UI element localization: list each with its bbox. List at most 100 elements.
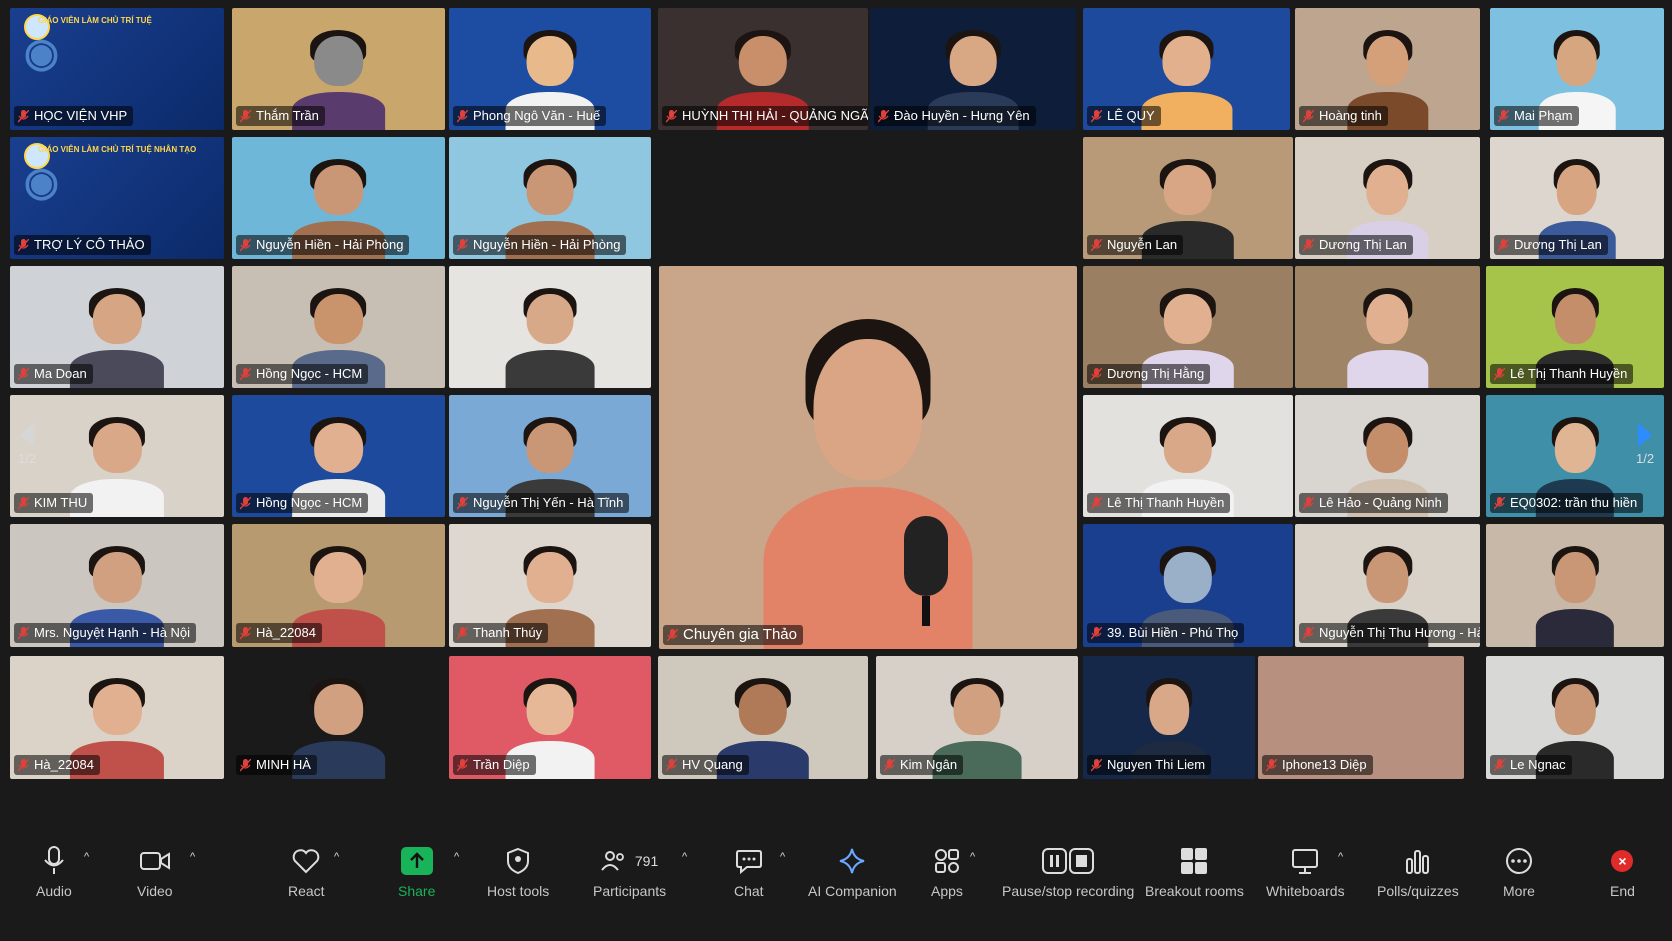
mic-muted-icon [240,238,251,251]
participant-tile[interactable]: Phong Ngô Văn - Huế [449,8,651,130]
camera-icon [139,843,170,879]
participant-tile[interactable]: Le Ngnac [1486,656,1664,779]
participant-name-tag: HUỲNH THỊ HẢI - QUẢNG NGÃI [662,106,868,126]
video-options-caret[interactable]: ^ [190,851,195,863]
participant-tile[interactable]: MINH HÀ [232,656,445,779]
participant-tile[interactable]: Lê Thị Thanh Huyền [1486,266,1664,388]
heart-icon [292,843,320,879]
participant-tile[interactable]: Dương Thị Lan [1490,137,1664,259]
participant-tile[interactable]: Thanh Thúy [449,524,651,647]
polls-button[interactable]: Polls/quizzes [1377,843,1459,899]
whiteboard-icon [1291,843,1319,879]
whiteboards-options-caret[interactable]: ^ [1338,851,1343,863]
participant-tile[interactable]: Trần Diệp [449,656,651,779]
participant-tile[interactable]: Nguyễn Hiền - Hải Phòng [232,137,445,259]
participant-video [1346,287,1429,388]
participant-tile[interactable]: HUỲNH THỊ HẢI - QUẢNG NGÃI [658,8,868,130]
participant-tile[interactable] [1295,266,1480,388]
participant-name-tag: Hoàng tinh [1299,106,1388,126]
banner-text: GIÁO VIÊN LÀM CHỦ TRÍ TUỆ [38,16,152,25]
participant-tile[interactable]: 39. Bùi Hiền - Phú Thọ [1083,524,1293,647]
chat-options-caret[interactable]: ^ [780,851,785,863]
mic-muted-icon [1498,109,1509,122]
participant-tile[interactable]: Kim Ngân [876,656,1078,779]
participant-name: Lê Hảo - Quảng Ninh [1319,495,1442,510]
audio-options-caret[interactable]: ^ [84,851,89,863]
mic-muted-icon [1091,367,1102,380]
participant-tile[interactable]: Nguyen Thi Liem [1083,656,1255,779]
participant-tile[interactable] [449,266,651,388]
participant-tile[interactable]: Đào Huyền - Hưng Yên [870,8,1076,130]
participant-face [314,552,363,603]
more-button[interactable]: More [1503,843,1535,899]
featured-speaker-tile[interactable]: Chuyên gia Thảo [659,266,1077,649]
chat-button[interactable]: Chat [734,843,764,899]
participant-tile[interactable]: Ma Doan [10,266,224,388]
mic-muted-icon [18,758,29,771]
participant-name-tag: Hà_22084 [236,623,322,643]
participant-tile[interactable]: HV Quang [658,656,868,779]
participant-tile[interactable]: Hồng Ngọc - HCM [232,395,445,517]
participant-tile[interactable]: Iphone13 Diệp [1258,656,1464,779]
apps-options-caret[interactable]: ^ [970,851,975,863]
participants-options-caret[interactable]: ^ [682,851,687,863]
participant-tile[interactable]: Dương Thị Hằng [1083,266,1293,388]
share-button[interactable]: Share [398,843,435,899]
end-meeting-button[interactable]: × End [1610,843,1635,899]
participant-name: Le Ngnac [1510,757,1566,772]
participant-tile[interactable]: Nguyễn Thị Thu Hương - Hà Nam [1295,524,1480,647]
participant-tile[interactable]: KIM THU [10,395,224,517]
mic-muted-icon [18,496,29,509]
recording-button[interactable]: Pause/stop recording [1002,843,1134,899]
participant-face [949,35,997,86]
participant-name-tag: 39. Bùi Hiền - Phú Thọ [1087,623,1245,643]
participant-tile[interactable]: Mrs. Nguyệt Hạnh - Hà Nội [10,524,224,647]
participant-name-tag: EQ0302: trần thu hiền [1490,493,1644,513]
host-tools-button[interactable]: Host tools [487,843,549,899]
participant-tile[interactable]: ◉ GIÁO VIÊN LÀM CHỦ TRÍ TUỆ NHÂN TẠO TRỢ L… [10,137,224,259]
next-page-button[interactable]: 1/2 [1636,423,1654,466]
mic-muted-icon [240,626,251,639]
participant-face [314,684,363,735]
prev-page-button[interactable]: 1/2 [18,423,36,466]
participant-tile[interactable]: Lê Thị Thanh Huyền [1083,395,1293,517]
participant-name: Hà_22084 [34,757,94,772]
participant-name: LÊ QUY [1107,108,1155,123]
participant-tile[interactable] [1486,524,1664,647]
microphone [904,516,948,626]
participant-name-tag: HV Quang [662,755,749,775]
participant-name: Dương Thị Hằng [1107,366,1205,381]
breakout-rooms-button[interactable]: Breakout rooms [1145,843,1244,899]
mic-muted-icon [240,496,251,509]
participant-name-tag: TRỢ LÝ CÔ THẢO [14,235,151,255]
ai-companion-button[interactable]: AI Companion [808,843,897,899]
share-options-caret[interactable]: ^ [454,851,459,863]
participant-tile[interactable]: Hà_22084 [10,656,224,779]
participant-tile[interactable]: Mai Phạm [1490,8,1664,130]
participant-face [526,293,574,344]
participant-tile[interactable]: Nguyễn Thị Yến - Hà Tĩnh [449,395,651,517]
participant-tile[interactable]: Nguyễn Lan [1083,137,1293,259]
react-button[interactable]: React [288,843,325,899]
participant-tile[interactable]: Thắm Trần [232,8,445,130]
participant-tile[interactable]: Dương Thị Lan [1295,137,1480,259]
participants-button[interactable]: 791 Participants [593,843,666,899]
audio-button[interactable]: Audio [36,843,72,899]
mic-muted-icon [1494,496,1505,509]
participant-tile[interactable]: Nguyễn Hiền - Hải Phòng [449,137,651,259]
participant-face [953,684,1001,735]
mic-muted-icon [1266,758,1277,771]
participant-tile[interactable]: ◉ GIÁO VIÊN LÀM CHỦ TRÍ TUỆ HỌC VIỆN VHP [10,8,224,130]
participant-name-tag: Đào Huyền - Hưng Yên [874,106,1036,126]
participant-tile[interactable]: Hà_22084 [232,524,445,647]
participant-tile[interactable]: Hoàng tinh [1295,8,1480,130]
participant-tile[interactable]: LÊ QUY [1083,8,1290,130]
participant-tile[interactable]: Lê Hảo - Quảng Ninh [1295,395,1480,517]
apps-button[interactable]: Apps [931,843,963,899]
whiteboards-button[interactable]: Whiteboards [1266,843,1345,899]
participant-name-tag: Hồng Ngọc - HCM [236,364,369,384]
react-options-caret[interactable]: ^ [334,851,339,863]
pause-stop-icon [1042,843,1095,879]
video-button[interactable]: Video [137,843,173,899]
participant-tile[interactable]: Hồng Ngọc - HCM [232,266,445,388]
